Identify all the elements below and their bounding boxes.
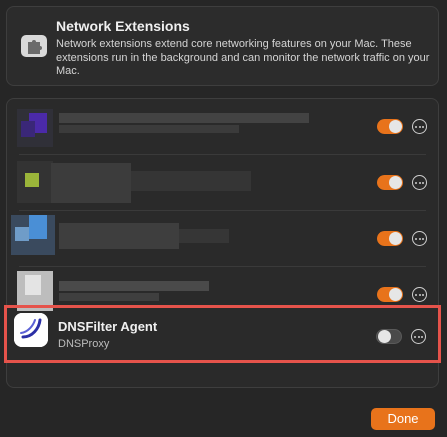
extension-toggle[interactable] [377,119,403,134]
page-title: Network Extensions [56,18,190,34]
header-card: Network Extensions Network extensions ex… [6,6,439,86]
obscured-app-icon-detail [25,173,39,187]
obscured-name [131,171,251,191]
puzzle-extension-icon [21,35,47,57]
extension-type: DNSProxy [58,338,110,350]
extension-name: DNSFilter Agent [58,319,158,334]
done-button[interactable]: Done [371,408,435,430]
toggle-knob [389,288,402,301]
obscured-name [59,223,179,249]
obscured-name [179,229,229,243]
extension-toggle[interactable] [377,175,403,190]
toggle-knob [378,330,391,343]
toggle-knob [389,120,402,133]
extension-toggle[interactable] [377,287,403,302]
more-options-icon[interactable] [412,287,427,302]
obscured-app-icon-detail [29,215,47,239]
obscured-app-icon-detail [15,227,29,241]
obscured-app-icon-detail [21,121,35,137]
toggle-knob [389,232,402,245]
obscured-name [59,125,239,133]
more-options-icon[interactable] [412,175,427,190]
extension-row [7,155,438,211]
page-description: Network extensions extend core networkin… [56,38,430,77]
network-extensions-sheet: Network Extensions Network extensions ex… [0,0,447,437]
more-options-icon[interactable] [412,231,427,246]
obscured-name [59,113,309,123]
extension-toggle[interactable] [377,231,403,246]
dnsfilter-logo-icon [14,313,48,347]
dnsfilter-logo-icon [14,313,48,347]
extension-row [7,211,438,267]
dnsfilter-toggle[interactable] [376,329,402,344]
obscured-name [59,293,159,301]
obscured-app-icon-detail [25,275,41,295]
more-options-icon[interactable] [412,119,427,134]
toggle-knob [389,176,402,189]
obscured-name [51,163,131,203]
more-options-icon[interactable] [411,329,426,344]
obscured-name [59,281,209,291]
extension-row [7,99,438,155]
